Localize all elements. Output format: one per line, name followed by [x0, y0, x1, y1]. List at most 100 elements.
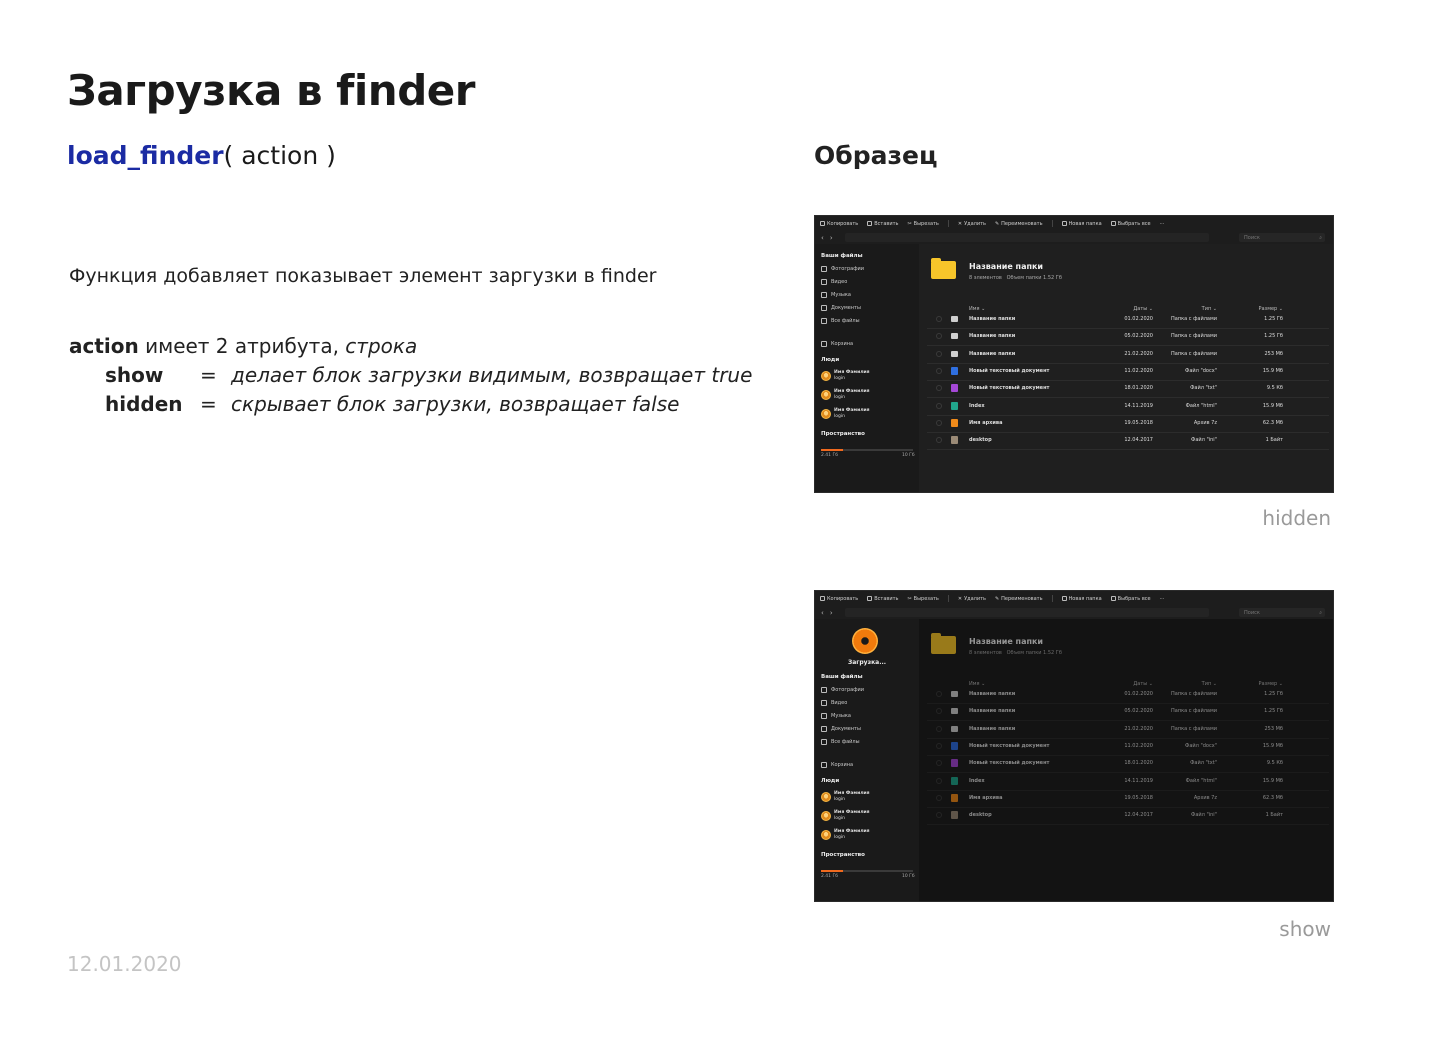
person-item[interactable]: Имя Фамилия login [821, 791, 870, 802]
html-file-icon [951, 401, 958, 410]
address-bar[interactable] [845, 608, 1209, 617]
toolbar-cut[interactable]: ✂ Вырезать [907, 596, 938, 602]
forward-icon[interactable]: › [830, 609, 833, 617]
folder-meta: 8 элементов Объем папки 1.52 Гб [969, 275, 1062, 281]
slide-title: Загрузка в finder [67, 66, 475, 115]
caption-hidden: hidden [1262, 506, 1331, 530]
table-row[interactable]: Новый текстовый документ 11.02.2020 Файл… [927, 738, 1329, 756]
folder-title: Название папки [969, 262, 1044, 271]
row-name: Index [969, 777, 985, 784]
sidebar-item-1[interactable]: Видео [821, 700, 847, 706]
scissors-icon: ✂ [907, 595, 912, 602]
storage-bar [821, 449, 913, 451]
search-input[interactable]: Поиск ⌕ [1239, 233, 1325, 242]
person-item[interactable]: Имя Фамилия login [821, 810, 870, 821]
toolbar-paste[interactable]: Вставить [867, 596, 898, 602]
trash-icon [821, 341, 827, 347]
table-row[interactable]: Название папки 01.02.2020 Папка с файлам… [927, 311, 1329, 329]
delete-icon: ✕ [957, 595, 963, 602]
table-row[interactable]: desktop 12.04.2017 Файл "ini" 1 Байт [927, 432, 1329, 451]
row-checkbox[interactable] [936, 385, 942, 392]
loading-spinner [852, 628, 878, 654]
address-bar[interactable] [845, 233, 1209, 242]
table-row[interactable]: Index 14.11.2019 Файл "html" 15.9 Мб [927, 398, 1329, 416]
row-checkbox[interactable] [936, 794, 942, 801]
toolbar-paste[interactable]: Вставить [867, 221, 898, 227]
table-row[interactable]: Имя архива 19.05.2018 Архив 7z 62.3 Мб [927, 790, 1329, 808]
toolbar-delete[interactable]: ✕ Удалить [958, 221, 986, 227]
row-checkbox[interactable] [936, 812, 942, 819]
row-checkbox[interactable] [936, 760, 942, 767]
row-checkbox[interactable] [936, 350, 942, 357]
back-icon[interactable]: ‹ [821, 609, 824, 617]
toolbar-more[interactable]: ··· [1160, 221, 1165, 227]
table-row[interactable]: Название папки 21.02.2020 Папка с файлам… [927, 346, 1329, 364]
attr-type: строка [345, 334, 418, 358]
row-checkbox[interactable] [936, 316, 942, 322]
sidebar-item-trash[interactable]: Корзина [821, 762, 853, 768]
sidebar-item-2[interactable]: Музыка [821, 292, 851, 298]
row-type: Файл "ini" [1191, 812, 1217, 819]
back-icon[interactable]: ‹ [821, 234, 824, 242]
attr-key: show [105, 363, 164, 387]
row-checkbox[interactable] [936, 437, 942, 444]
toolbar-select-all[interactable]: Выбрать все [1110, 221, 1151, 227]
row-checkbox[interactable] [936, 725, 942, 732]
sidebar-item-4[interactable]: Все файлы [821, 318, 860, 324]
row-name: desktop [969, 437, 992, 444]
person-item[interactable]: Имя Фамилия login [821, 370, 870, 381]
toolbar-rename[interactable]: ✎ Переименовать [995, 221, 1043, 227]
row-checkbox[interactable] [936, 367, 942, 374]
finder-nav: ‹ › Поиск ⌕ [815, 231, 1333, 244]
toolbar-copy[interactable]: Копировать [820, 596, 858, 602]
table-row[interactable]: desktop 12.04.2017 Файл "ini" 1 Байт [927, 807, 1329, 826]
sidebar-item-3[interactable]: Документы [821, 726, 861, 732]
row-checkbox[interactable] [936, 333, 942, 340]
sidebar-item-0[interactable]: Фотографии [821, 687, 864, 693]
person-item[interactable]: Имя Фамилия login [821, 408, 870, 419]
sidebar-item-3[interactable]: Документы [821, 305, 861, 311]
sidebar-item-0[interactable]: Фотографии [821, 266, 864, 272]
person-item[interactable]: Имя Фамилия login [821, 389, 870, 400]
sidebar-item-2[interactable]: Музыка [821, 713, 851, 719]
finder-sidebar: Загрузка... Ваши файлы Фотографии Видео Муз… [815, 619, 919, 901]
table-row[interactable]: Имя архива 19.05.2018 Архив 7z 62.3 Мб [927, 415, 1329, 433]
row-type: Папка с файлами [1171, 350, 1217, 357]
forward-icon[interactable]: › [830, 234, 833, 242]
search-input[interactable]: Поиск ⌕ [1239, 608, 1325, 617]
toolbar-new-folder[interactable]: Новая папка [1061, 596, 1102, 602]
toolbar-more[interactable]: ··· [1160, 596, 1165, 602]
row-checkbox[interactable] [936, 742, 942, 749]
row-checkbox[interactable] [936, 419, 942, 426]
finder-sidebar: Ваши файлы Фотографии Видео Музыка Документы… [815, 244, 919, 492]
toolbar-copy[interactable]: Копировать [820, 221, 858, 227]
avatar [821, 389, 831, 400]
toolbar-select-all[interactable]: Выбрать все [1110, 596, 1151, 602]
all-files-icon [821, 318, 827, 324]
row-checkbox[interactable] [936, 708, 942, 715]
person-item[interactable]: Имя Фамилия login [821, 829, 870, 840]
table-row[interactable]: Новый текстовый документ 11.02.2020 Файл… [927, 363, 1329, 381]
folder-file-icon [951, 350, 958, 357]
table-row[interactable]: Новый текстовый документ 18.01.2020 Файл… [927, 755, 1329, 774]
table-row[interactable]: Index 14.11.2019 Файл "html" 15.9 Мб [927, 773, 1329, 791]
row-size: 62.3 Мб [1262, 419, 1283, 426]
table-row[interactable]: Название папки 21.02.2020 Папка с файлам… [927, 721, 1329, 739]
sidebar-item-4[interactable]: Все файлы [821, 739, 860, 745]
toolbar-delete[interactable]: ✕ Удалить [958, 596, 986, 602]
row-type: Папка с файлами [1171, 333, 1217, 340]
row-checkbox[interactable] [936, 691, 942, 697]
row-checkbox[interactable] [936, 402, 942, 409]
row-name: Новый текстовый документ [969, 742, 1050, 749]
table-row[interactable]: Название папки 05.02.2020 Папка с файлам… [927, 703, 1329, 722]
toolbar-rename[interactable]: ✎ Переименовать [995, 596, 1043, 602]
table-row[interactable]: Название папки 05.02.2020 Папка с файлам… [927, 328, 1329, 347]
table-row[interactable]: Новый текстовый документ 18.01.2020 Файл… [927, 380, 1329, 399]
toolbar-new-folder[interactable]: Новая папка [1061, 221, 1102, 227]
row-name: Новый текстовый документ [969, 367, 1050, 374]
sidebar-item-trash[interactable]: Корзина [821, 341, 853, 347]
row-checkbox[interactable] [936, 777, 942, 784]
table-row[interactable]: Название папки 01.02.2020 Папка с файлам… [927, 686, 1329, 704]
sidebar-item-1[interactable]: Видео [821, 279, 847, 285]
toolbar-cut[interactable]: ✂ Вырезать [907, 221, 938, 227]
